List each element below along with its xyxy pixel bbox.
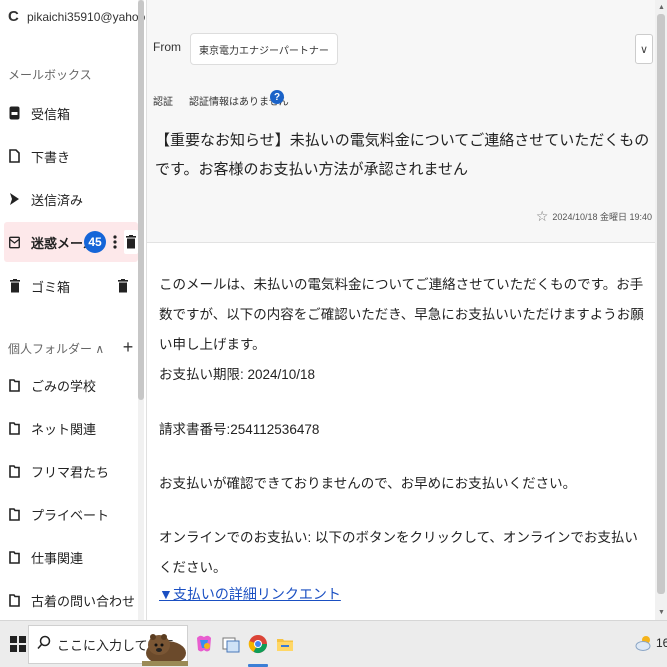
sidebar-item-folder[interactable]: ごみの学校 — [0, 365, 138, 405]
payment-details-link[interactable]: ▼支払いの詳細リンクエント — [159, 584, 341, 604]
body-paragraph: お支払いが確認できておりませんので、お早めにお支払いください。 — [159, 476, 577, 491]
account-icon: C — [8, 8, 19, 25]
sidebar-item-label: フリマ君たち — [31, 464, 110, 480]
sidebar-item-label: 仕事関連 — [31, 550, 84, 566]
sent-icon — [9, 192, 20, 206]
email-subject: 【重要なお知らせ】未払いの電気料金についてご連絡させていただくものです。お客様の… — [155, 132, 650, 178]
empty-trash-icon[interactable] — [116, 274, 130, 298]
chevron-down-icon: ∨ — [639, 43, 649, 56]
task-view-icon[interactable] — [219, 631, 243, 657]
folder-icon — [9, 464, 20, 478]
from-label: From — [153, 40, 181, 54]
sidebar-item-folder[interactable]: 古着の問い合わせ — [0, 580, 138, 620]
file-explorer-icon[interactable] — [273, 631, 297, 657]
copilot-icon[interactable] — [192, 631, 216, 657]
search-highlight-image[interactable] — [142, 623, 188, 666]
empty-spam-trash-icon[interactable] — [124, 230, 138, 254]
star-icon[interactable]: ☆ — [536, 208, 549, 225]
auth-label: 認証 — [153, 97, 173, 108]
more-options-icon[interactable] — [108, 228, 122, 256]
windows-start-icon[interactable] — [10, 636, 26, 652]
sidebar-scrollbar-thumb[interactable] — [138, 0, 144, 400]
folder-icon — [9, 378, 20, 392]
folder-icon — [9, 507, 20, 521]
trash-icon — [9, 279, 20, 293]
scroll-down-arrow-icon[interactable]: ▼ — [656, 606, 667, 618]
folder-icon — [9, 550, 20, 564]
email-body: このメールは、未払いの電気料金についてご連絡させていただくものです。お手数ですが… — [147, 244, 655, 620]
sidebar-item-label: 送信済み — [31, 192, 84, 208]
sidebar-item-trash[interactable]: ゴミ箱 — [0, 266, 138, 306]
sidebar-item-label: ネット関連 — [31, 421, 97, 437]
email-scrollbar-thumb[interactable] — [657, 14, 665, 594]
expand-header-button[interactable]: ∨ — [635, 34, 653, 64]
add-folder-icon[interactable]: + — [118, 337, 138, 357]
sidebar-item-label: 受信箱 — [31, 106, 71, 122]
account-email: pikaichi35910@yahoo.co.jp — [27, 10, 146, 24]
personal-folder-section-toggle[interactable]: 個人フォルダー ∧ — [8, 340, 104, 357]
temperature-readout: 16° — [656, 636, 667, 650]
sidebar-item-label: プライベート — [31, 507, 110, 523]
sidebar-item-folder[interactable]: プライベート — [0, 494, 138, 534]
help-icon[interactable]: ? — [270, 90, 284, 104]
sender-chip[interactable]: 東京電力エナジーパートナー — [190, 33, 338, 65]
folder-icon — [9, 421, 20, 435]
sidebar: C pikaichi35910@yahoo.co.jp メールボックス 受信箱 … — [0, 0, 146, 620]
search-icon — [37, 635, 51, 654]
chrome-icon[interactable] — [246, 631, 270, 657]
body-paragraph: オンラインでのお支払い: 以下のボタンをクリックして、オンラインでお支払いくださ… — [159, 530, 638, 575]
sidebar-item-label: 下書き — [31, 149, 71, 165]
sidebar-item-folder[interactable]: フリマ君たち — [0, 451, 138, 491]
spam-icon — [9, 235, 20, 249]
unread-count-badge: 45 — [84, 231, 106, 253]
inbox-icon — [9, 106, 20, 120]
email-header: From 東京電力エナジーパートナー ∨ 認証 認証情報はありません ? 【重要… — [147, 0, 667, 243]
sidebar-item-spam[interactable]: 迷惑メール 45 — [4, 222, 138, 262]
sidebar-item-folder[interactable]: ネット関連 — [0, 408, 138, 448]
body-paragraph: お支払い期限: 2024/10/18 — [159, 367, 316, 382]
sidebar-item-folder[interactable]: 仕事関連 — [0, 537, 138, 577]
folder-icon — [9, 593, 20, 607]
draft-icon — [9, 149, 20, 163]
taskbar: ここに入力して検索 16° — [0, 620, 667, 667]
email-view: From 東京電力エナジーパートナー ∨ 認証 認証情報はありません ? 【重要… — [146, 0, 667, 620]
sidebar-item-sent[interactable]: 送信済み — [0, 179, 138, 219]
sidebar-item-drafts[interactable]: 下書き — [0, 136, 138, 176]
sidebar-item-inbox[interactable]: 受信箱 — [0, 93, 138, 133]
sidebar-item-label: ゴミ箱 — [31, 279, 71, 295]
email-date: 2024/10/18 金曜日 19:40 — [552, 212, 652, 222]
body-paragraph: このメールは、未払いの電気料金についてご連絡させていただくものです。お手数ですが… — [159, 277, 644, 352]
body-paragraph: 請求書番号:254112536478 — [159, 422, 320, 437]
date-row: ☆ 2024/10/18 金曜日 19:40 — [536, 208, 652, 225]
weather-icon[interactable] — [634, 633, 654, 653]
sidebar-item-label: 古着の問い合わせ — [31, 593, 136, 609]
scroll-up-arrow-icon[interactable]: ▲ — [656, 1, 667, 13]
account-switcher[interactable]: C pikaichi35910@yahoo.co.jp — [8, 6, 146, 28]
mailbox-section-title: メールボックス — [8, 68, 92, 82]
sidebar-item-label: ごみの学校 — [31, 378, 97, 394]
